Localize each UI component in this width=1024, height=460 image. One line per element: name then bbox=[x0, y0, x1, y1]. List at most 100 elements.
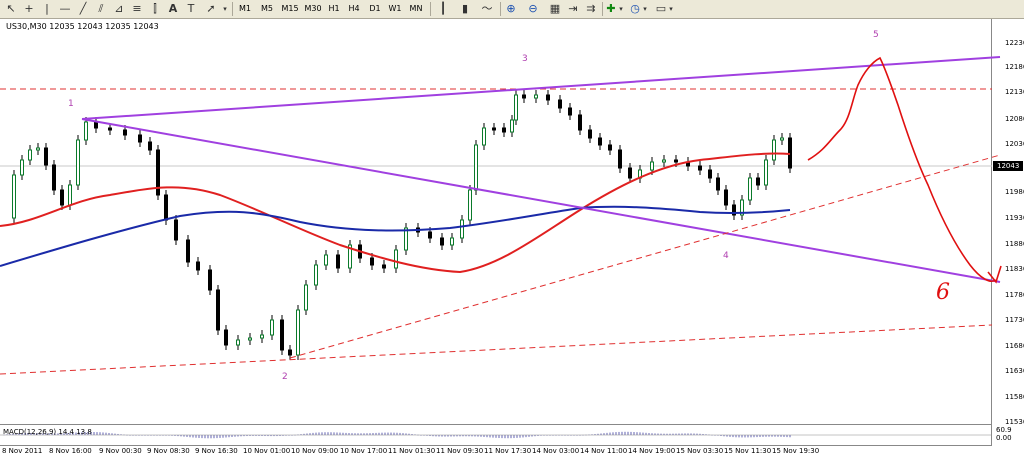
candle-body bbox=[608, 144, 612, 151]
macd-histogram-bar bbox=[753, 435, 755, 438]
macd-histogram-bar bbox=[222, 435, 224, 438]
macd-histogram-bar bbox=[480, 435, 482, 437]
candle-body bbox=[716, 177, 720, 191]
price-tick: 11786 bbox=[1005, 291, 1024, 299]
macd-histogram-bar bbox=[108, 432, 110, 435]
price-tick: 11536 bbox=[1005, 418, 1024, 426]
candle-body bbox=[314, 264, 318, 286]
macd-histogram-bar bbox=[756, 435, 758, 438]
candle-body bbox=[216, 289, 220, 331]
candle-body bbox=[394, 249, 398, 269]
macd-histogram-bar bbox=[606, 432, 608, 435]
symbol-info: US30,M30 12035 12043 12035 12043 bbox=[6, 22, 159, 31]
macd-histogram-bar bbox=[210, 435, 212, 439]
macd-histogram-bar bbox=[519, 435, 521, 438]
time-tick: 10 Nov 17:00 bbox=[340, 447, 388, 455]
candle-body bbox=[76, 139, 80, 186]
candle-body bbox=[468, 189, 472, 221]
price-tick: 12136 bbox=[1005, 88, 1024, 96]
macd-scale-tick: 0.00 bbox=[996, 434, 1012, 442]
macd-histogram-bar bbox=[495, 435, 497, 438]
macd-histogram-bar bbox=[636, 432, 638, 435]
macd-histogram-bar bbox=[402, 433, 404, 435]
candle-body bbox=[196, 261, 200, 271]
macd-histogram-bar bbox=[312, 432, 314, 435]
macd-histogram-bar bbox=[225, 435, 227, 438]
macd-histogram-bar bbox=[219, 435, 221, 438]
candle-body bbox=[382, 264, 386, 269]
candle-body bbox=[428, 231, 432, 239]
macd-histogram-bar bbox=[612, 432, 614, 435]
macd-histogram-bar bbox=[357, 433, 359, 435]
macd-histogram-bar bbox=[522, 435, 524, 438]
price-tick: 11836 bbox=[1005, 265, 1024, 273]
candle-body bbox=[534, 94, 538, 99]
candle-body bbox=[304, 284, 308, 311]
macd-histogram-bar bbox=[345, 432, 347, 435]
time-tick: 8 Nov 16:00 bbox=[49, 447, 92, 455]
price-tick: 11986 bbox=[1005, 188, 1024, 196]
candle-body bbox=[164, 194, 168, 221]
handwritten-label-6: 6 bbox=[936, 280, 950, 305]
candle-body bbox=[546, 94, 550, 101]
candle-body bbox=[748, 177, 752, 201]
time-tick: 10 Nov 01:00 bbox=[243, 447, 291, 455]
time-tick: 11 Nov 17:30 bbox=[484, 447, 532, 455]
price-tick: 11586 bbox=[1005, 393, 1024, 401]
price-tick: 12036 bbox=[1005, 140, 1024, 148]
time-tick: 11 Nov 09:30 bbox=[436, 447, 484, 455]
macd-histogram-bar bbox=[762, 435, 764, 437]
macd-histogram-bar bbox=[360, 433, 362, 435]
candle-body bbox=[558, 99, 562, 109]
macd-histogram-bar bbox=[324, 432, 326, 435]
macd-histogram-bar bbox=[624, 431, 626, 435]
macd-histogram-bar bbox=[528, 435, 530, 437]
candle-body bbox=[618, 149, 622, 169]
macd-histogram-bar bbox=[105, 432, 107, 435]
macd-histogram-bar bbox=[387, 432, 389, 435]
macd-histogram-bar bbox=[351, 433, 353, 435]
wave-label-1: 1 bbox=[68, 99, 74, 109]
candle-body bbox=[502, 127, 506, 133]
price-tick: 12186 bbox=[1005, 63, 1024, 71]
candle-body bbox=[522, 94, 526, 99]
candle-body bbox=[94, 121, 98, 129]
macd-histogram-bar bbox=[318, 432, 320, 435]
price-tick: 11686 bbox=[1005, 342, 1024, 350]
chart-canvas bbox=[0, 56, 1002, 439]
macd-histogram-bar bbox=[384, 432, 386, 435]
candle-body bbox=[288, 349, 292, 356]
candle-body bbox=[324, 254, 328, 266]
candle-body bbox=[20, 159, 24, 176]
candle-body bbox=[698, 165, 702, 171]
macd-histogram-bar bbox=[315, 432, 317, 435]
macd-histogram-bar bbox=[102, 432, 104, 435]
candle-body bbox=[588, 129, 592, 139]
macd-histogram-bar bbox=[525, 435, 527, 438]
candle-body bbox=[148, 141, 152, 151]
time-tick: 9 Nov 16:30 bbox=[195, 447, 238, 455]
macd-histogram-bar bbox=[621, 431, 623, 435]
macd-histogram-bar bbox=[732, 435, 734, 438]
macd-histogram-bar bbox=[642, 432, 644, 435]
macd-histogram-bar bbox=[336, 432, 338, 435]
time-tick: 14 Nov 19:00 bbox=[628, 447, 676, 455]
time-tick: 8 Nov 2011 bbox=[2, 447, 43, 455]
macd-histogram-bar bbox=[777, 435, 779, 437]
macd-histogram-bar bbox=[651, 433, 653, 435]
macd-histogram-bar bbox=[645, 432, 647, 435]
macd-histogram-bar bbox=[330, 432, 332, 435]
macd-histogram-bar bbox=[504, 435, 506, 439]
macd-histogram-bar bbox=[765, 435, 767, 437]
macd-histogram-bar bbox=[93, 432, 95, 435]
candle-body bbox=[674, 159, 678, 163]
macd-histogram-bar bbox=[333, 432, 335, 435]
candle-body bbox=[260, 334, 264, 339]
candle-body bbox=[404, 227, 408, 251]
candle-body bbox=[60, 189, 64, 206]
macd-scale-tick: 60.9 bbox=[996, 426, 1012, 434]
candle-body bbox=[370, 257, 374, 266]
macd-histogram-bar bbox=[327, 432, 329, 435]
macd-histogram-bar bbox=[630, 431, 632, 435]
macd-histogram-bar bbox=[231, 435, 233, 437]
